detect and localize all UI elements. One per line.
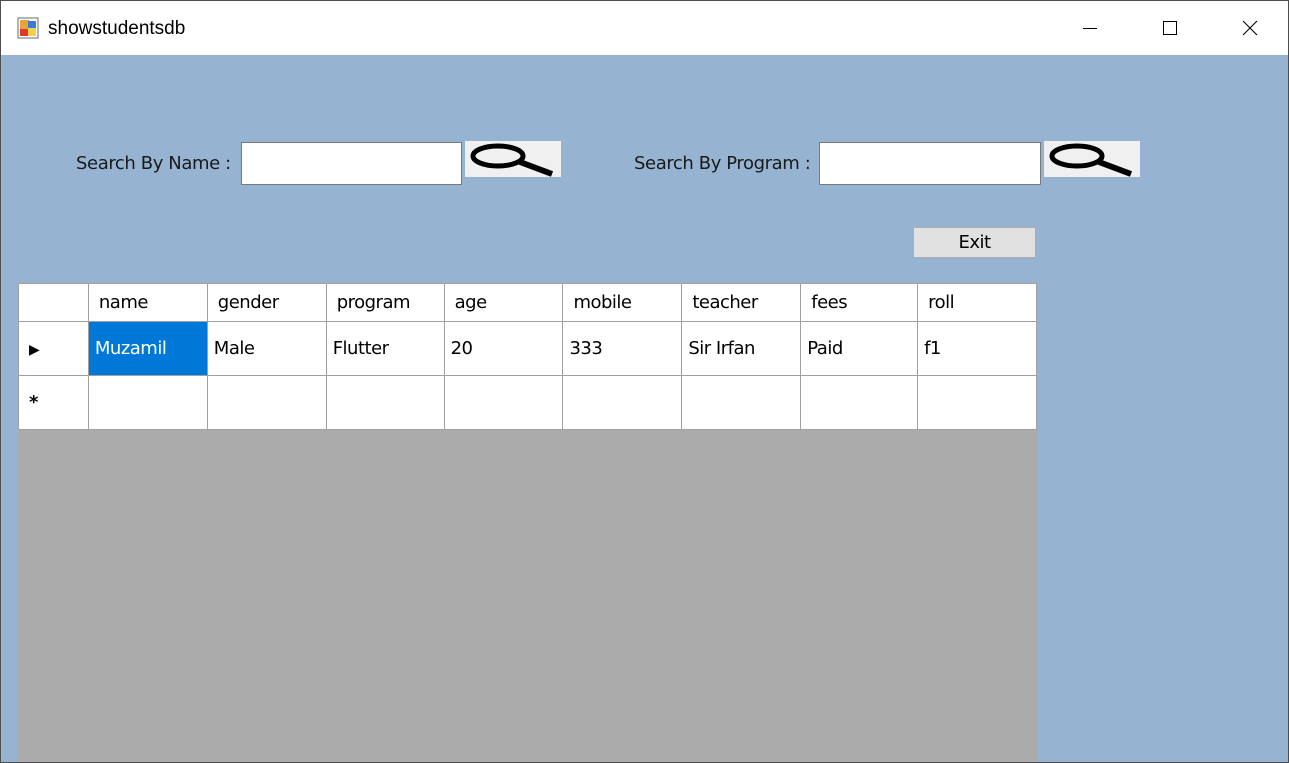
new-cell-program[interactable] bbox=[325, 375, 445, 430]
cell-fees[interactable]: Paid bbox=[800, 321, 919, 376]
column-header-roll[interactable]: roll bbox=[917, 283, 1037, 322]
students-data-grid[interactable]: name gender program age mobile teacher f… bbox=[18, 283, 1037, 762]
maximize-icon bbox=[1163, 21, 1177, 35]
cell-program[interactable]: Flutter bbox=[325, 321, 445, 376]
window-title: showstudentsdb bbox=[48, 18, 186, 39]
title-bar[interactable]: showstudentsdb bbox=[1, 1, 1288, 55]
minimize-icon bbox=[1083, 28, 1097, 29]
search-icon bbox=[1049, 143, 1133, 177]
cell-age[interactable]: 20 bbox=[443, 321, 564, 376]
column-header-gender[interactable]: gender bbox=[206, 283, 327, 322]
cell-gender[interactable]: Male bbox=[206, 321, 327, 376]
search-program-button[interactable] bbox=[1044, 141, 1140, 177]
cell-teacher[interactable]: Sir Irfan bbox=[681, 321, 802, 376]
close-button[interactable] bbox=[1210, 1, 1288, 55]
new-cell-fees[interactable] bbox=[800, 375, 919, 430]
maximize-button[interactable] bbox=[1130, 1, 1210, 55]
exit-button[interactable]: Exit bbox=[913, 227, 1036, 258]
new-cell-mobile[interactable] bbox=[562, 375, 683, 430]
cell-roll[interactable]: f1 bbox=[917, 321, 1037, 376]
column-header-fees[interactable]: fees bbox=[800, 283, 919, 322]
main-window: showstudentsdb Search By Name : Search B… bbox=[0, 0, 1289, 763]
search-by-name-label: Search By Name : bbox=[76, 153, 231, 174]
app-icon bbox=[17, 17, 39, 39]
table-row[interactable]: ▶ Muzamil Male Flutter 20 333 Sir Irfan … bbox=[18, 321, 1037, 376]
current-row-marker-icon: ▶ bbox=[29, 342, 40, 358]
row-header[interactable]: ▶ bbox=[18, 321, 89, 376]
column-header-age[interactable]: age bbox=[443, 283, 564, 322]
new-cell-name[interactable] bbox=[87, 375, 208, 430]
search-name-button[interactable] bbox=[465, 141, 561, 177]
new-cell-gender[interactable] bbox=[206, 375, 327, 430]
new-row-marker-icon: * bbox=[29, 392, 38, 413]
form-client-area: Search By Name : Search By Program : Exi… bbox=[1, 55, 1288, 762]
column-header-program[interactable]: program bbox=[325, 283, 445, 322]
new-cell-roll[interactable] bbox=[917, 375, 1037, 430]
search-by-program-label: Search By Program : bbox=[634, 153, 811, 174]
grid-corner-header[interactable] bbox=[18, 283, 89, 322]
new-cell-teacher[interactable] bbox=[681, 375, 802, 430]
search-icon bbox=[470, 143, 554, 177]
minimize-button[interactable] bbox=[1050, 1, 1130, 55]
new-row[interactable]: * bbox=[18, 375, 1037, 430]
search-name-input[interactable] bbox=[241, 142, 462, 185]
cell-mobile[interactable]: 333 bbox=[562, 321, 683, 376]
column-header-teacher[interactable]: teacher bbox=[681, 283, 802, 322]
new-cell-age[interactable] bbox=[443, 375, 564, 430]
close-icon bbox=[1242, 20, 1258, 36]
search-program-input[interactable] bbox=[819, 142, 1041, 185]
column-header-name[interactable]: name bbox=[87, 283, 208, 322]
cell-name[interactable]: Muzamil bbox=[87, 321, 208, 376]
column-header-mobile[interactable]: mobile bbox=[562, 283, 683, 322]
grid-header-row: name gender program age mobile teacher f… bbox=[18, 283, 1037, 322]
row-header[interactable]: * bbox=[18, 375, 89, 430]
